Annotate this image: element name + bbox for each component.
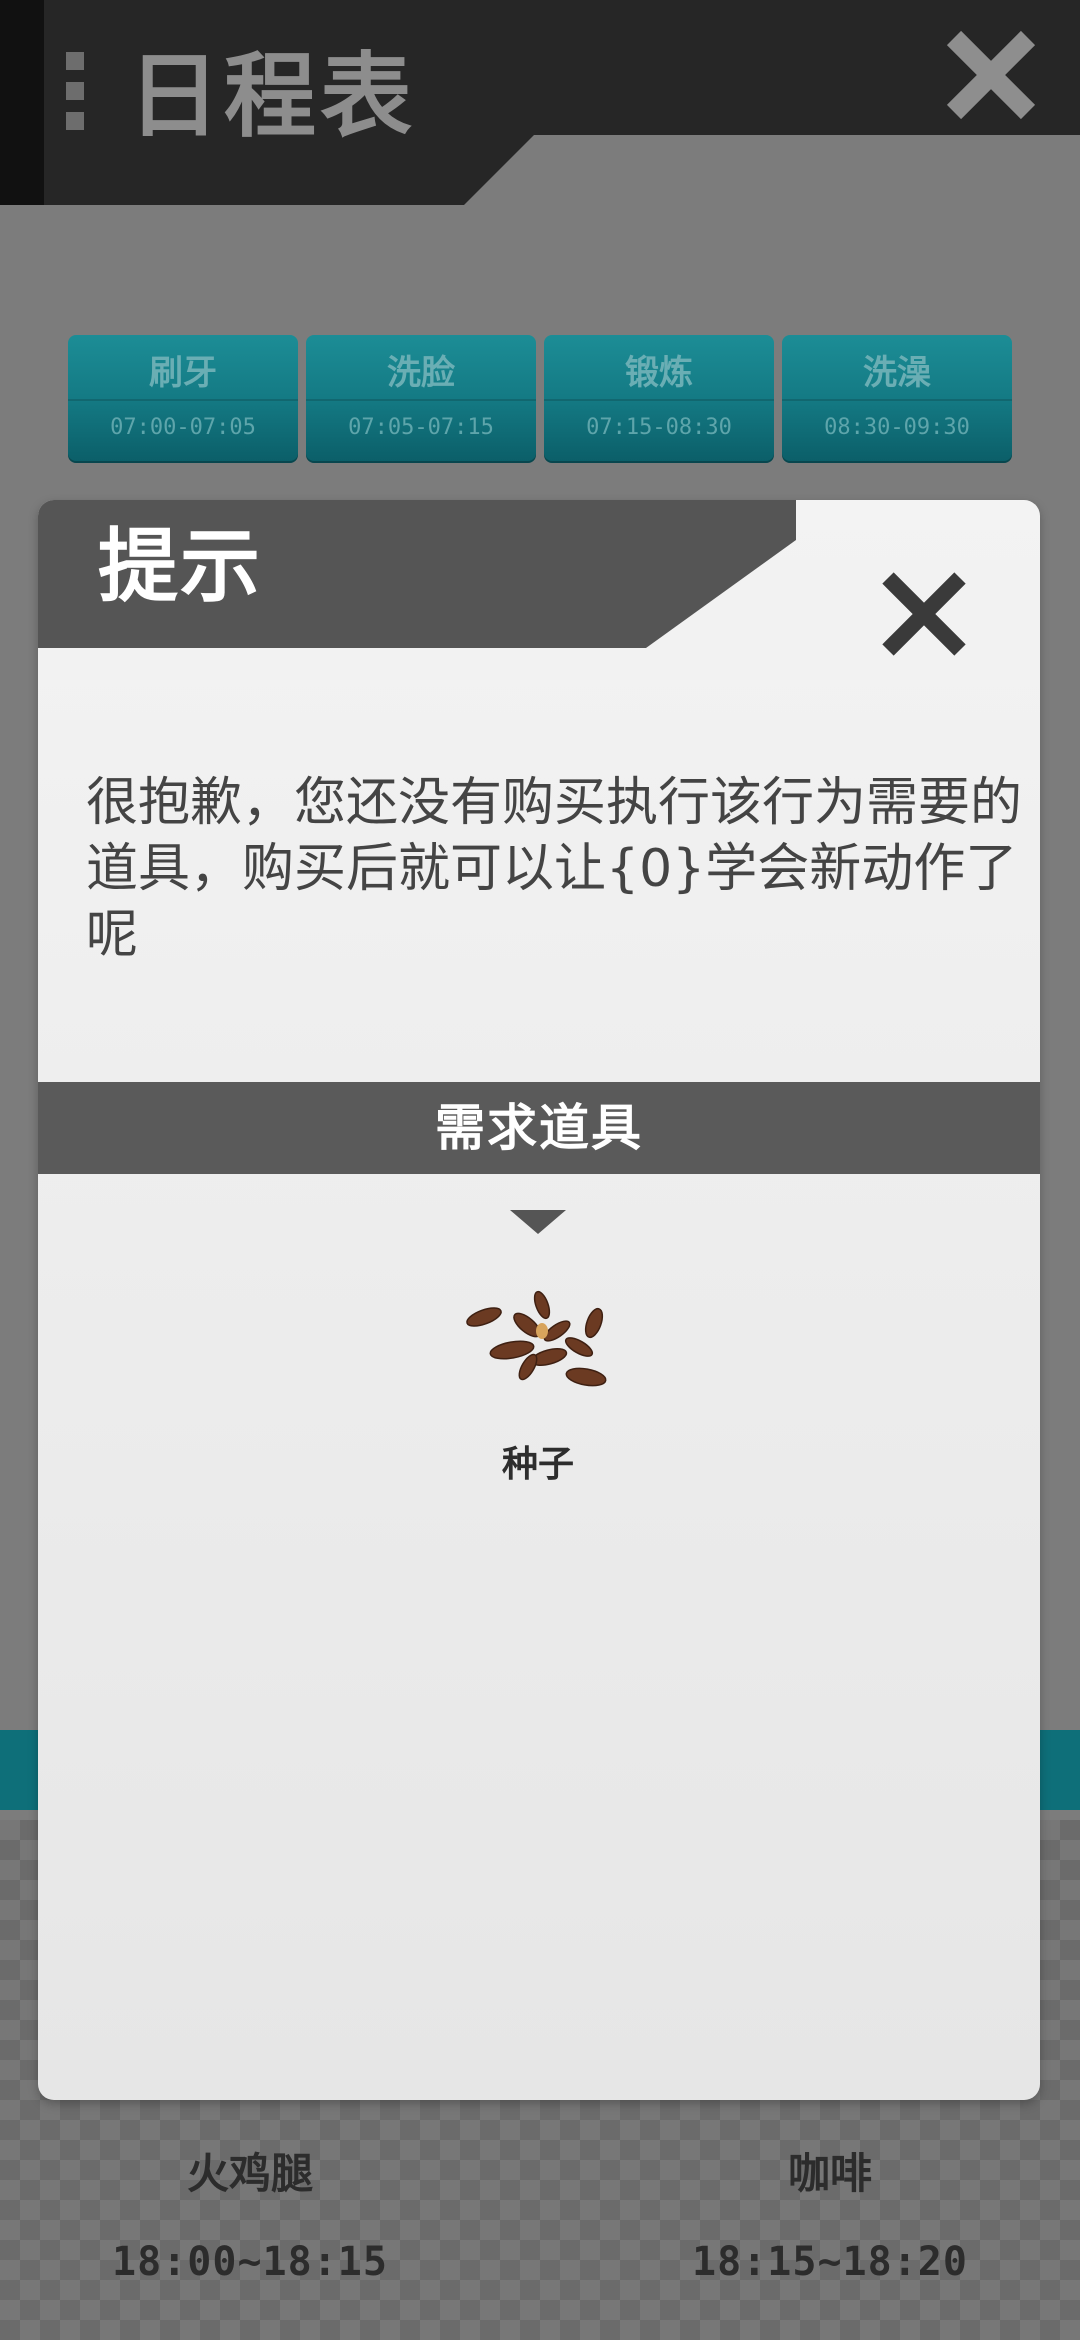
header-grip-icon — [66, 52, 86, 142]
dialog-title: 提示 — [98, 520, 262, 613]
close-schedule-button[interactable] — [936, 20, 1046, 130]
task-name: 刷牙 — [149, 353, 217, 393]
down-arrow-icon — [510, 1210, 566, 1234]
footer-item-name: 火鸡腿 — [186, 2149, 313, 2198]
task-name: 锻炼 — [625, 353, 693, 393]
close-icon — [882, 572, 966, 656]
schedule-header: 日程表 — [0, 0, 1080, 205]
required-items-title: 需求道具 — [435, 1099, 643, 1157]
task-time: 07:05-07:15 — [348, 415, 494, 440]
required-items-header: 需求道具 — [38, 1082, 1040, 1174]
seeds-icon[interactable] — [454, 1285, 624, 1405]
footer-item-turkey-leg[interactable]: 火鸡腿 18:00~18:15 — [90, 2140, 410, 2285]
item-name: 种子 — [501, 1444, 574, 1485]
footer-item-time: 18:00~18:15 — [112, 2239, 388, 2285]
task-time: 07:15-08:30 — [586, 415, 732, 440]
task-name: 洗澡 — [863, 353, 931, 393]
task-name: 洗脸 — [387, 353, 455, 393]
task-list: 刷牙 07:00-07:05 洗脸 07:05-07:15 锻炼 07:15-0… — [68, 335, 1014, 465]
task-card-shower[interactable]: 洗澡 08:30-09:30 — [782, 335, 1012, 463]
task-card-wash-face[interactable]: 洗脸 07:05-07:15 — [306, 335, 536, 463]
close-dialog-button[interactable] — [874, 564, 974, 664]
task-card-brush-teeth[interactable]: 刷牙 07:00-07:05 — [68, 335, 298, 463]
task-time: 07:00-07:05 — [110, 415, 256, 440]
page-title: 日程表 — [128, 43, 417, 150]
footer-item-coffee[interactable]: 咖啡 18:15~18:20 — [670, 2140, 990, 2285]
footer-item-name: 咖啡 — [787, 2149, 872, 2198]
task-card-exercise[interactable]: 锻炼 07:15-08:30 — [544, 335, 774, 463]
tip-dialog: 提示 很抱歉，您还没有购买执行该行为需要的道具，购买后就可以让{0}学会新动作了… — [38, 500, 1040, 2100]
task-time: 08:30-09:30 — [824, 415, 970, 440]
close-icon — [946, 30, 1036, 120]
dialog-message: 很抱歉，您还没有购买执行该行为需要的道具，购买后就可以让{0}学会新动作了呢 — [86, 773, 1023, 965]
footer-item-time: 18:15~18:20 — [692, 2239, 968, 2285]
